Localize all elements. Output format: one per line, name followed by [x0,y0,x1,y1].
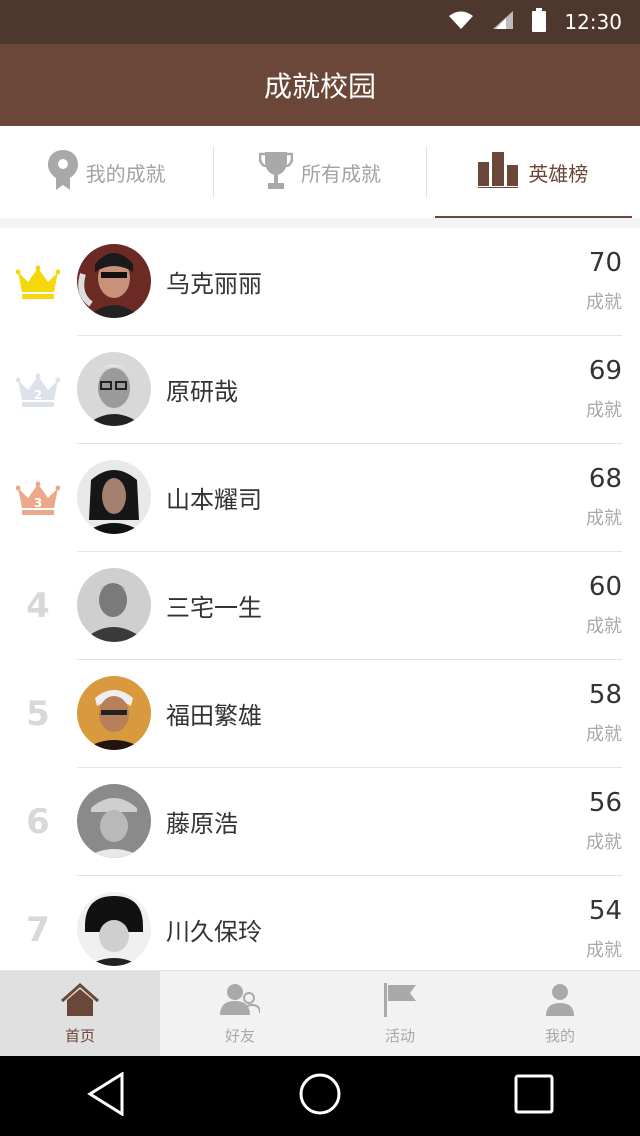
achievement-count: 58 [588,680,622,710]
list-item[interactable]: 2 原研哉 69 成就 [0,336,640,444]
home-icon [60,982,100,1021]
achievement-count: 70 [588,248,622,278]
tab-label: 所有成就 [300,161,381,186]
rank-number: 4 [26,586,50,626]
achievement-unit: 成就 [586,292,622,313]
nav-home[interactable]: 首页 [0,971,160,1057]
list-item[interactable]: 3 山本耀司 68 成就 [0,444,640,552]
bottom-nav: 首页 好友 活动 我的 [0,970,640,1057]
avatar [77,568,151,642]
trophy-icon [258,150,294,195]
recents-icon[interactable] [514,1074,554,1118]
avatar [77,676,151,750]
user-name: 川久保玲 [166,918,262,946]
bar-chart-icon [478,151,520,193]
avatar [77,784,151,858]
achievement-unit: 成就 [586,940,622,961]
svg-text:3: 3 [34,496,42,510]
user-name: 三宅一生 [166,594,262,622]
avatar [77,892,151,966]
wifi-icon [448,10,474,35]
tab-gap [0,218,640,228]
tab-all-achievements[interactable]: 所有成就 [213,126,426,218]
system-nav-bar [0,1056,640,1136]
avatar [77,244,151,318]
profile-icon [545,983,575,1021]
leaderboard-list: 乌克丽丽 70 成就 2 原研哉 69 成就 3 山本耀司 68 成就 4 三宅… [0,228,640,970]
list-item[interactable]: 6 藤原浩 56 成就 [0,768,640,876]
svg-text:2: 2 [34,388,42,402]
user-name: 乌克丽丽 [166,270,262,298]
achievement-count: 56 [588,788,622,818]
nav-label: 好友 [224,1026,255,1045]
status-bar: 12:30 [0,0,640,44]
gold-crown-icon [16,260,60,304]
rank-number: 7 [26,910,50,950]
list-item[interactable]: 4 三宅一生 60 成就 [0,552,640,660]
nav-label: 我的 [544,1026,575,1045]
tab-my-achievements[interactable]: 我的成就 [0,126,213,218]
achievement-count: 60 [588,572,622,602]
app-bar: 成就校园 [0,44,640,126]
tab-leaderboard[interactable]: 英雄榜 [427,126,640,218]
achievement-unit: 成就 [586,616,622,637]
achievement-count: 54 [588,896,622,926]
battery-icon [532,7,547,37]
avatar [77,352,151,426]
user-name: 藤原浩 [166,810,238,838]
page-title: 成就校园 [263,70,376,103]
rank-number: 6 [26,802,50,842]
list-item[interactable]: 7 川久保玲 54 成就 [0,876,640,970]
home-circle-icon[interactable] [298,1072,342,1120]
tab-label: 我的成就 [85,161,166,186]
rank-number: 5 [26,694,50,734]
user-name: 福田繁雄 [166,702,262,730]
nav-label: 首页 [64,1026,95,1045]
achievement-count: 69 [588,356,622,386]
tab-divider [426,146,427,198]
flag-icon [382,982,418,1021]
achievement-count: 68 [588,464,622,494]
friends-icon [220,983,261,1021]
back-icon[interactable] [86,1071,126,1120]
tab-label: 英雄榜 [528,161,589,186]
tab-divider [213,146,214,198]
nav-label: 活动 [384,1026,415,1045]
nav-profile[interactable]: 我的 [480,971,640,1057]
signal-icon [492,10,514,35]
user-name: 山本耀司 [166,486,262,514]
list-item[interactable]: 5 福田繁雄 58 成就 [0,660,640,768]
nav-activities[interactable]: 活动 [320,971,480,1057]
achievement-unit: 成就 [586,400,622,421]
achievement-unit: 成就 [586,724,622,745]
achievement-unit: 成就 [586,508,622,529]
bronze-crown-icon: 3 [16,476,60,520]
achievement-unit: 成就 [586,832,622,853]
tab-bar: 我的成就 所有成就 英雄榜 [0,126,640,218]
silver-crown-icon: 2 [16,368,60,412]
nav-friends[interactable]: 好友 [160,971,320,1057]
user-name: 原研哉 [166,378,238,406]
list-item[interactable]: 乌克丽丽 70 成就 [0,228,640,336]
map-pin-icon [47,149,78,195]
status-time: 12:30 [564,10,622,34]
avatar [77,460,151,534]
